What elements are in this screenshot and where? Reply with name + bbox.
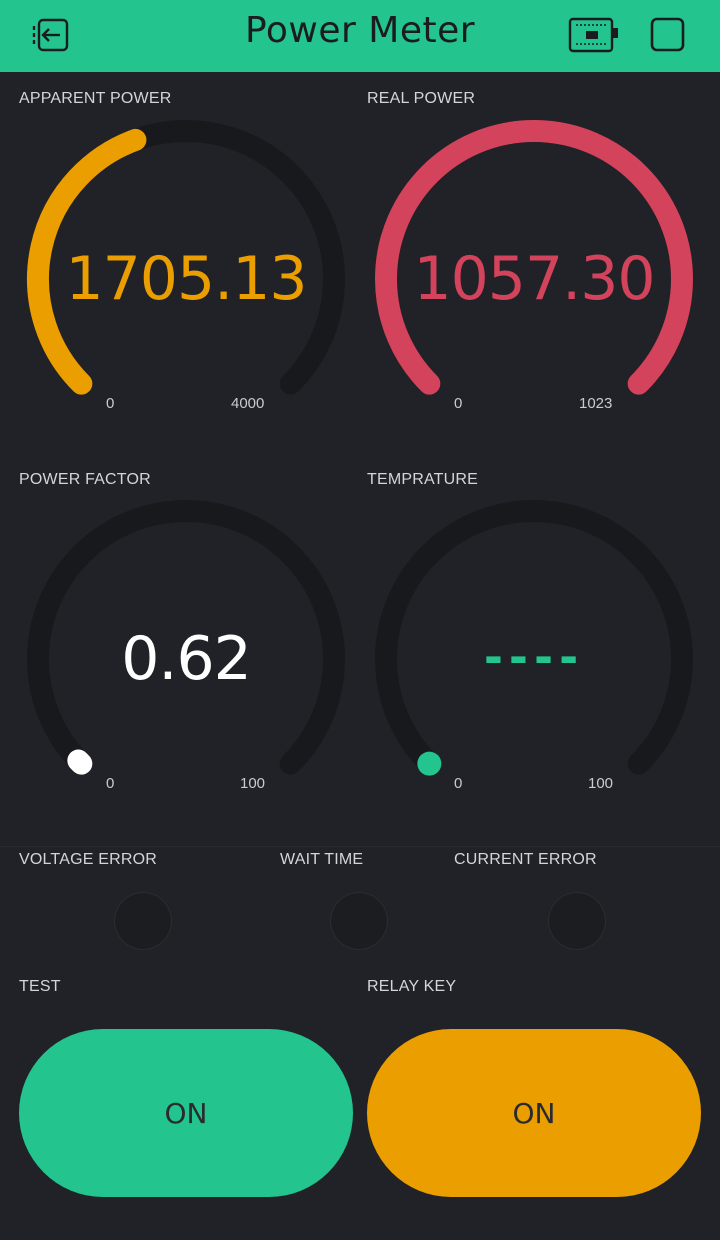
gauge-label-power-factor: POWER FACTOR — [19, 471, 151, 488]
divider — [0, 846, 720, 847]
test-button[interactable]: ON — [19, 1029, 353, 1197]
led-label-wait-time: WAIT TIME — [280, 851, 364, 868]
led-current-error — [548, 892, 606, 950]
gauge-value-real-power: 1057.30 — [413, 244, 655, 314]
led-label-current-error: CURRENT ERROR — [454, 851, 597, 868]
device-board-icon[interactable] — [568, 16, 620, 58]
led-wait-time — [330, 892, 388, 950]
gauge-value-temprature: ---- — [483, 630, 585, 684]
app-header: Power Meter — [0, 0, 720, 72]
gauge-max-power-factor: 100 — [240, 775, 266, 792]
led-label-voltage-error: VOLTAGE ERROR — [19, 851, 158, 868]
button-label-relay-key: RELAY KEY — [367, 978, 457, 995]
gauge-min-temprature: 0 — [454, 775, 463, 792]
button-label-test: TEST — [19, 978, 61, 995]
relay-key-button[interactable]: ON — [367, 1029, 701, 1197]
gauge-min-apparent-power: 0 — [106, 395, 115, 412]
relay-key-button-state: ON — [512, 1096, 556, 1130]
gauge-value-apparent-power: 1705.13 — [65, 244, 307, 314]
gauge-min-real-power: 0 — [454, 395, 463, 412]
gauge-label-real-power: REAL POWER — [367, 90, 476, 107]
gauge-fill-temprature — [417, 751, 442, 776]
gauge-max-real-power: 1023 — [579, 395, 613, 412]
square-icon[interactable] — [650, 17, 686, 57]
gauge-max-temprature: 100 — [588, 775, 614, 792]
gauge-label-temprature: TEMPRATURE — [367, 471, 479, 488]
gauge-value-power-factor: 0.62 — [121, 624, 252, 694]
gauge-label-apparent-power: APPARENT POWER — [19, 90, 172, 107]
gauge-min-power-factor: 0 — [106, 775, 115, 792]
led-voltage-error — [114, 892, 172, 950]
test-button-state: ON — [164, 1096, 208, 1130]
gauge-max-apparent-power: 4000 — [231, 395, 265, 412]
gauge-fill-power-factor — [67, 749, 93, 775]
